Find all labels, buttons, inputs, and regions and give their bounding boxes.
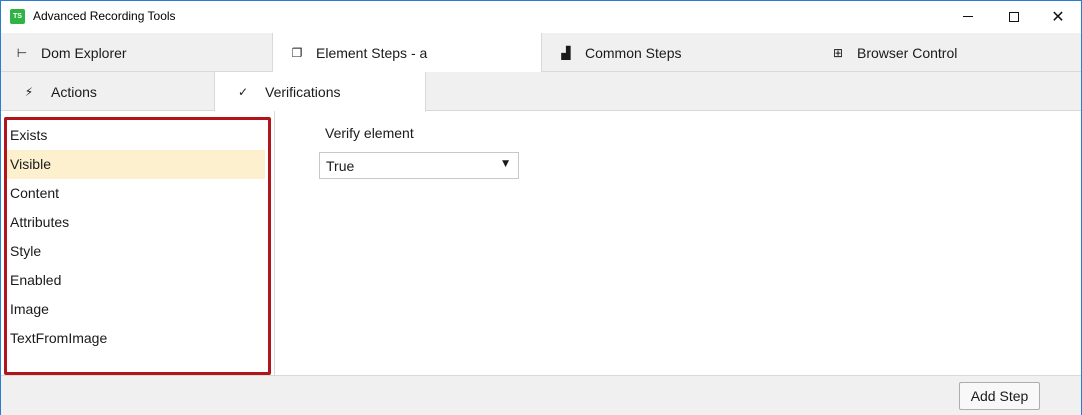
title-bar: TS Advanced Recording Tools ✕ <box>1 1 1081 32</box>
verify-element-label: Verify element <box>325 125 414 141</box>
steps-icon: ▟ <box>561 45 571 60</box>
list-item-visible[interactable]: Visible <box>4 150 265 179</box>
tab-verifications[interactable]: ✓ Verifications <box>214 72 426 112</box>
tree-icon: ⊢ <box>16 45 28 60</box>
checkmark-icon: ✓ <box>237 85 249 99</box>
add-step-button[interactable]: Add Step <box>959 382 1040 410</box>
minimize-button[interactable] <box>945 1 991 32</box>
tab-label: Actions <box>51 83 97 100</box>
maximize-button[interactable] <box>991 1 1037 32</box>
footer-bar: Add Step <box>1 375 1081 415</box>
app-logo-icon: TS <box>10 9 25 24</box>
close-icon: ✕ <box>1051 6 1065 26</box>
tab-element-steps[interactable]: ❐ Element Steps - a <box>272 33 542 73</box>
list-item-exists[interactable]: Exists <box>4 121 265 150</box>
sub-tab-bar: ⚡ Actions ✓ Verifications <box>1 72 1081 112</box>
window-title: Advanced Recording Tools <box>33 9 176 23</box>
list-item-style[interactable]: Style <box>4 237 265 266</box>
tab-label: Dom Explorer <box>41 44 127 61</box>
list-item-attributes[interactable]: Attributes <box>4 208 265 237</box>
tab-actions[interactable]: ⚡ Actions <box>23 72 97 111</box>
tab-common-steps[interactable]: ▟ Common Steps <box>559 33 681 72</box>
select-value: True <box>326 157 355 174</box>
stack-icon: ❐ <box>291 46 303 60</box>
maximize-icon <box>1009 11 1019 22</box>
tab-label: Common Steps <box>585 44 682 61</box>
app-window: TS Advanced Recording Tools ✕ ⊢ Dom Expl… <box>0 0 1082 415</box>
tab-dom-explorer[interactable]: ⊢ Dom Explorer <box>15 33 127 72</box>
list-item-image[interactable]: Image <box>4 295 265 324</box>
tab-browser-control[interactable]: ⊞ Browser Control <box>831 33 957 72</box>
tab-label: Browser Control <box>857 44 958 61</box>
verify-element-select[interactable]: True ▼ <box>319 152 519 179</box>
tab-label: Element Steps - a <box>316 45 428 61</box>
minimize-icon <box>963 16 973 17</box>
chevron-down-icon: ▼ <box>502 159 509 169</box>
top-tab-bar: ⊢ Dom Explorer ❐ Element Steps - a ▟ Com… <box>1 33 1081 73</box>
tab-label: Verifications <box>265 84 341 100</box>
close-button[interactable]: ✕ <box>1035 1 1081 32</box>
list-item-enabled[interactable]: Enabled <box>4 266 265 295</box>
list-item-content[interactable]: Content <box>4 179 265 208</box>
browser-icon: ⊞ <box>832 45 844 60</box>
lightning-icon: ⚡ <box>24 84 34 99</box>
list-item-textfromimage[interactable]: TextFromImage <box>4 324 265 353</box>
